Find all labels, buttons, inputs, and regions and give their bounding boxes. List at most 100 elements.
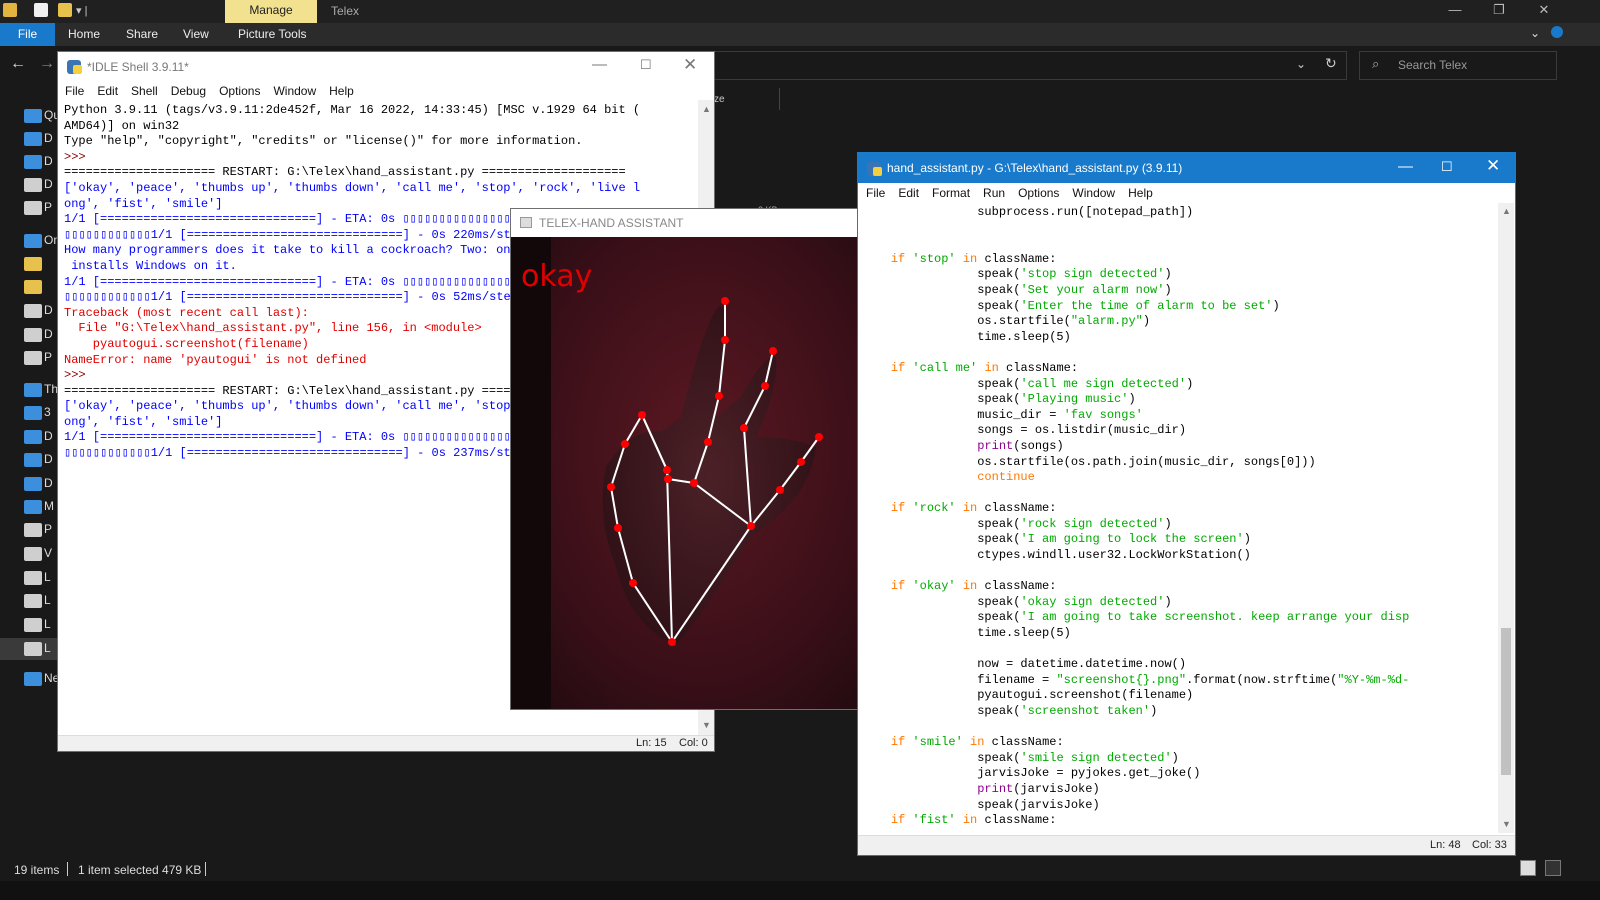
nav-item-label[interactable]: P	[44, 200, 52, 214]
tab-home[interactable]: Home	[68, 27, 100, 41]
nav-item-label[interactable]: M	[44, 499, 54, 513]
editor-menu-help[interactable]: Help	[1128, 186, 1153, 200]
nav-item-icon[interactable]	[24, 280, 42, 294]
editor-menu-options[interactable]: Options	[1018, 186, 1059, 200]
nav-item-icon[interactable]	[24, 594, 42, 608]
maximize-icon[interactable]: ☐	[1441, 159, 1453, 175]
code-line: now = datetime.datetime.now()	[862, 657, 1187, 672]
nav-item-icon[interactable]	[24, 383, 42, 397]
tab-picture-tools[interactable]: Picture Tools	[238, 27, 306, 41]
refresh-icon[interactable]: ↻	[1325, 55, 1337, 72]
folder-icon[interactable]	[3, 3, 17, 17]
nav-item-label[interactable]: D	[44, 303, 53, 317]
editor-menu-run[interactable]: Run	[983, 186, 1005, 200]
nav-item-label[interactable]: D	[44, 452, 53, 466]
idle-menu-window[interactable]: Window	[273, 84, 316, 98]
nav-item-label[interactable]: D	[44, 476, 53, 490]
back-arrow-icon[interactable]: ←	[10, 55, 26, 73]
minimize-icon[interactable]: —	[1440, 2, 1470, 17]
details-view-icon[interactable]	[1520, 860, 1536, 876]
nav-item-label[interactable]: Th	[44, 382, 58, 396]
nav-item-icon[interactable]	[24, 547, 42, 561]
scroll-down-icon[interactable]: ▼	[1502, 819, 1511, 829]
properties-icon[interactable]	[34, 3, 48, 17]
close-icon[interactable]: ✕	[683, 55, 697, 75]
scroll-up-icon[interactable]: ▲	[702, 104, 711, 114]
landmark-point	[607, 483, 615, 491]
nav-item-label[interactable]: D	[44, 327, 53, 341]
forward-arrow-icon[interactable]: →	[39, 55, 55, 73]
nav-item-icon[interactable]	[24, 672, 42, 686]
nav-item-label[interactable]: L	[44, 617, 51, 631]
column-divider[interactable]	[779, 88, 780, 110]
tab-file[interactable]: File	[0, 23, 55, 46]
code-line: os.startfile("alarm.py")	[862, 314, 1151, 329]
maximize-icon[interactable]: ❐	[1484, 2, 1514, 18]
nav-item-icon[interactable]	[24, 477, 42, 491]
help-icon[interactable]	[1551, 26, 1563, 38]
nav-item-label[interactable]: V	[44, 546, 52, 560]
close-icon[interactable]: ✕	[1486, 156, 1500, 176]
nav-item-label[interactable]: L	[44, 593, 51, 607]
nav-item-icon[interactable]	[24, 304, 42, 318]
idle-menu-options[interactable]: Options	[219, 84, 260, 98]
nav-item-icon[interactable]	[24, 328, 42, 342]
address-dropdown-icon[interactable]: ⌄	[1296, 57, 1306, 71]
nav-item-icon[interactable]	[24, 132, 42, 146]
nav-item-icon[interactable]	[24, 109, 42, 123]
tab-view[interactable]: View	[183, 27, 209, 41]
close-icon[interactable]: ✕	[1529, 2, 1559, 18]
nav-item-label[interactable]: D	[44, 177, 53, 191]
idle-menu-file[interactable]: File	[65, 84, 84, 98]
nav-item-icon[interactable]	[24, 430, 42, 444]
nav-item-icon[interactable]	[24, 257, 42, 271]
maximize-icon[interactable]: ☐	[640, 57, 652, 73]
address-bar[interactable]	[714, 51, 1347, 80]
ribbon-expand-icon[interactable]: ⌄	[1530, 26, 1540, 40]
nav-item-label[interactable]: L	[44, 641, 51, 655]
new-folder-icon[interactable]	[58, 3, 72, 17]
nav-item-icon[interactable]	[24, 406, 42, 420]
nav-item-icon[interactable]	[24, 618, 42, 632]
nav-item-label[interactable]: L	[44, 570, 51, 584]
nav-item-icon[interactable]	[24, 201, 42, 215]
nav-item-icon[interactable]	[24, 155, 42, 169]
editor-menu-file[interactable]: File	[866, 186, 885, 200]
nav-item-icon[interactable]	[24, 453, 42, 467]
customize-quick-access-icon[interactable]: ▾ |	[76, 4, 87, 17]
nav-item-label[interactable]: D	[44, 429, 53, 443]
nav-item-label[interactable]: D	[44, 131, 53, 145]
nav-item-icon[interactable]	[24, 351, 42, 365]
large-icons-view-icon[interactable]	[1545, 860, 1561, 876]
nav-item-icon[interactable]	[24, 642, 42, 656]
idle-menu-shell[interactable]: Shell	[131, 84, 158, 98]
idle-menu-debug[interactable]: Debug	[171, 84, 206, 98]
scroll-up-icon[interactable]: ▲	[1502, 206, 1511, 216]
status-separator	[205, 862, 206, 876]
nav-item-label[interactable]: D	[44, 154, 53, 168]
editor-menu-format[interactable]: Format	[932, 186, 970, 200]
idle-menu-edit[interactable]: Edit	[97, 84, 118, 98]
nav-item-icon[interactable]	[24, 178, 42, 192]
editor-menu-window[interactable]: Window	[1072, 186, 1115, 200]
minimize-icon[interactable]: —	[592, 56, 607, 73]
nav-item-icon[interactable]	[24, 523, 42, 537]
scroll-down-icon[interactable]: ▼	[702, 720, 711, 730]
nav-item-icon[interactable]	[24, 571, 42, 585]
search-icon: ⌕	[1372, 56, 1380, 71]
minimize-icon[interactable]: —	[1398, 158, 1413, 175]
nav-item-label[interactable]: P	[44, 522, 52, 536]
code-editor[interactable]: subprocess.run([notepad_path]) if 'stop'…	[862, 205, 1498, 833]
manage-contextual-tab[interactable]: Manage	[225, 0, 317, 23]
nav-item-label[interactable]: P	[44, 350, 52, 364]
nav-item-label[interactable]: 3	[44, 405, 51, 419]
scrollbar-thumb[interactable]	[1501, 628, 1511, 775]
idle-menu-help[interactable]: Help	[329, 84, 354, 98]
landmark-point	[638, 411, 646, 419]
editor-menu-edit[interactable]: Edit	[898, 186, 919, 200]
nav-item-icon[interactable]	[24, 500, 42, 514]
nav-item-icon[interactable]	[24, 234, 42, 248]
tab-share[interactable]: Share	[126, 27, 158, 41]
code-line: speak('stop sign detected')	[862, 267, 1172, 282]
